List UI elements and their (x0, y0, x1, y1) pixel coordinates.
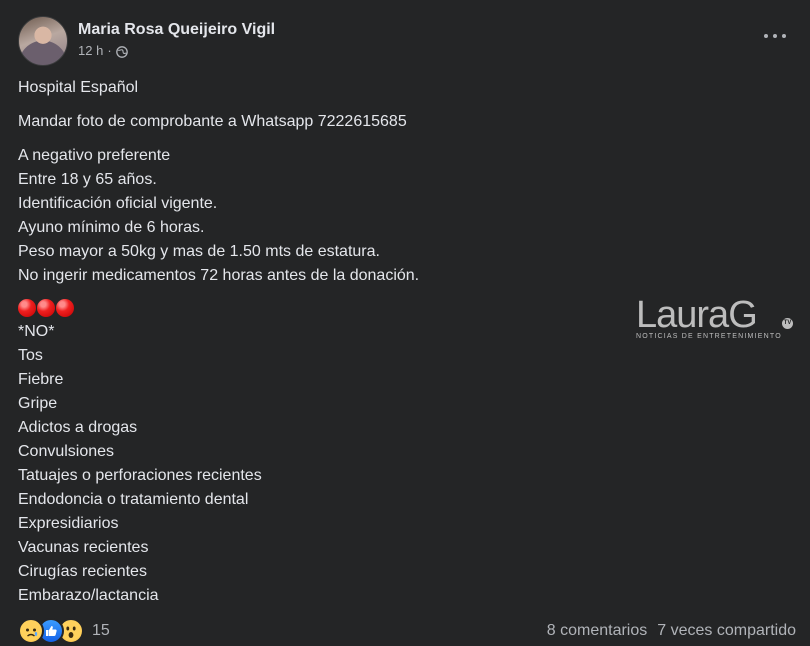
post-time-row: 12 h · (78, 42, 275, 60)
post-line: Fiebre (18, 371, 64, 388)
post-stats: 8 comentarios 7 veces compartido (547, 622, 796, 640)
shares-count-link[interactable]: 7 veces compartido (657, 622, 796, 640)
reactions-summary[interactable]: 15 (18, 618, 110, 644)
red-circle-icon (56, 299, 74, 317)
post-line: Hospital Español (18, 79, 139, 96)
post-line: Cirugías recientes (18, 563, 147, 580)
separator-dot: · (107, 43, 112, 58)
watermark-tv-badge: TV (782, 318, 793, 329)
red-circles-emoji (18, 296, 419, 320)
post-line: Convulsiones (18, 443, 115, 460)
post-line: Gripe (18, 395, 58, 412)
watermark-logo-text: LauraG (636, 294, 758, 336)
sad-icon (18, 618, 44, 644)
post-header: Maria Rosa Queijeiro Vigil 12 h · (18, 16, 275, 66)
author-avatar[interactable] (18, 16, 68, 66)
more-options-icon[interactable] (764, 28, 786, 44)
post-line: No ingerir medicamentos 72 horas antes d… (18, 267, 420, 284)
comments-count-link[interactable]: 8 comentarios (547, 622, 648, 640)
reaction-count: 15 (92, 622, 110, 639)
red-circle-icon (37, 299, 55, 317)
post-timestamp[interactable]: 12 h (78, 42, 103, 60)
post-line: *NO* (18, 323, 55, 340)
watermark-logo: LauraG TV NOTICIAS DE ENTRETENIMIENTO (636, 296, 796, 346)
post-footer: 15 8 comentarios 7 veces compartido (18, 618, 796, 644)
author-name[interactable]: Maria Rosa Queijeiro Vigil (78, 19, 275, 41)
post-line: Embarazo/lactancia (18, 587, 159, 604)
post-line: Ayuno mínimo de 6 horas. (18, 219, 205, 236)
globe-icon[interactable] (115, 45, 128, 58)
red-circle-icon (18, 299, 36, 317)
watermark-tagline: NOTICIAS DE ENTRETENIMIENTO (636, 333, 782, 340)
post-line: A negativo preferente (18, 147, 171, 164)
post-line: Entre 18 y 65 años. (18, 171, 157, 188)
facebook-post: Maria Rosa Queijeiro Vigil 12 h · Hospit… (0, 0, 810, 646)
author-meta: Maria Rosa Queijeiro Vigil 12 h · (78, 19, 275, 60)
post-line: Tatuajes o perforaciones recientes (18, 467, 262, 484)
post-line: Vacunas recientes (18, 539, 149, 556)
post-line: Identificación oficial vigente. (18, 195, 218, 212)
post-line: Tos (18, 347, 43, 364)
post-body: Hospital Español Mandar foto de comproba… (18, 76, 419, 608)
post-line: Peso mayor a 50kg y mas de 1.50 mts de e… (18, 243, 380, 260)
post-line: Expresidiarios (18, 515, 119, 532)
post-line: Mandar foto de comprobante a Whatsapp 72… (18, 113, 407, 130)
post-line: Adictos a drogas (18, 419, 138, 436)
post-line: Endodoncia o tratamiento dental (18, 491, 249, 508)
